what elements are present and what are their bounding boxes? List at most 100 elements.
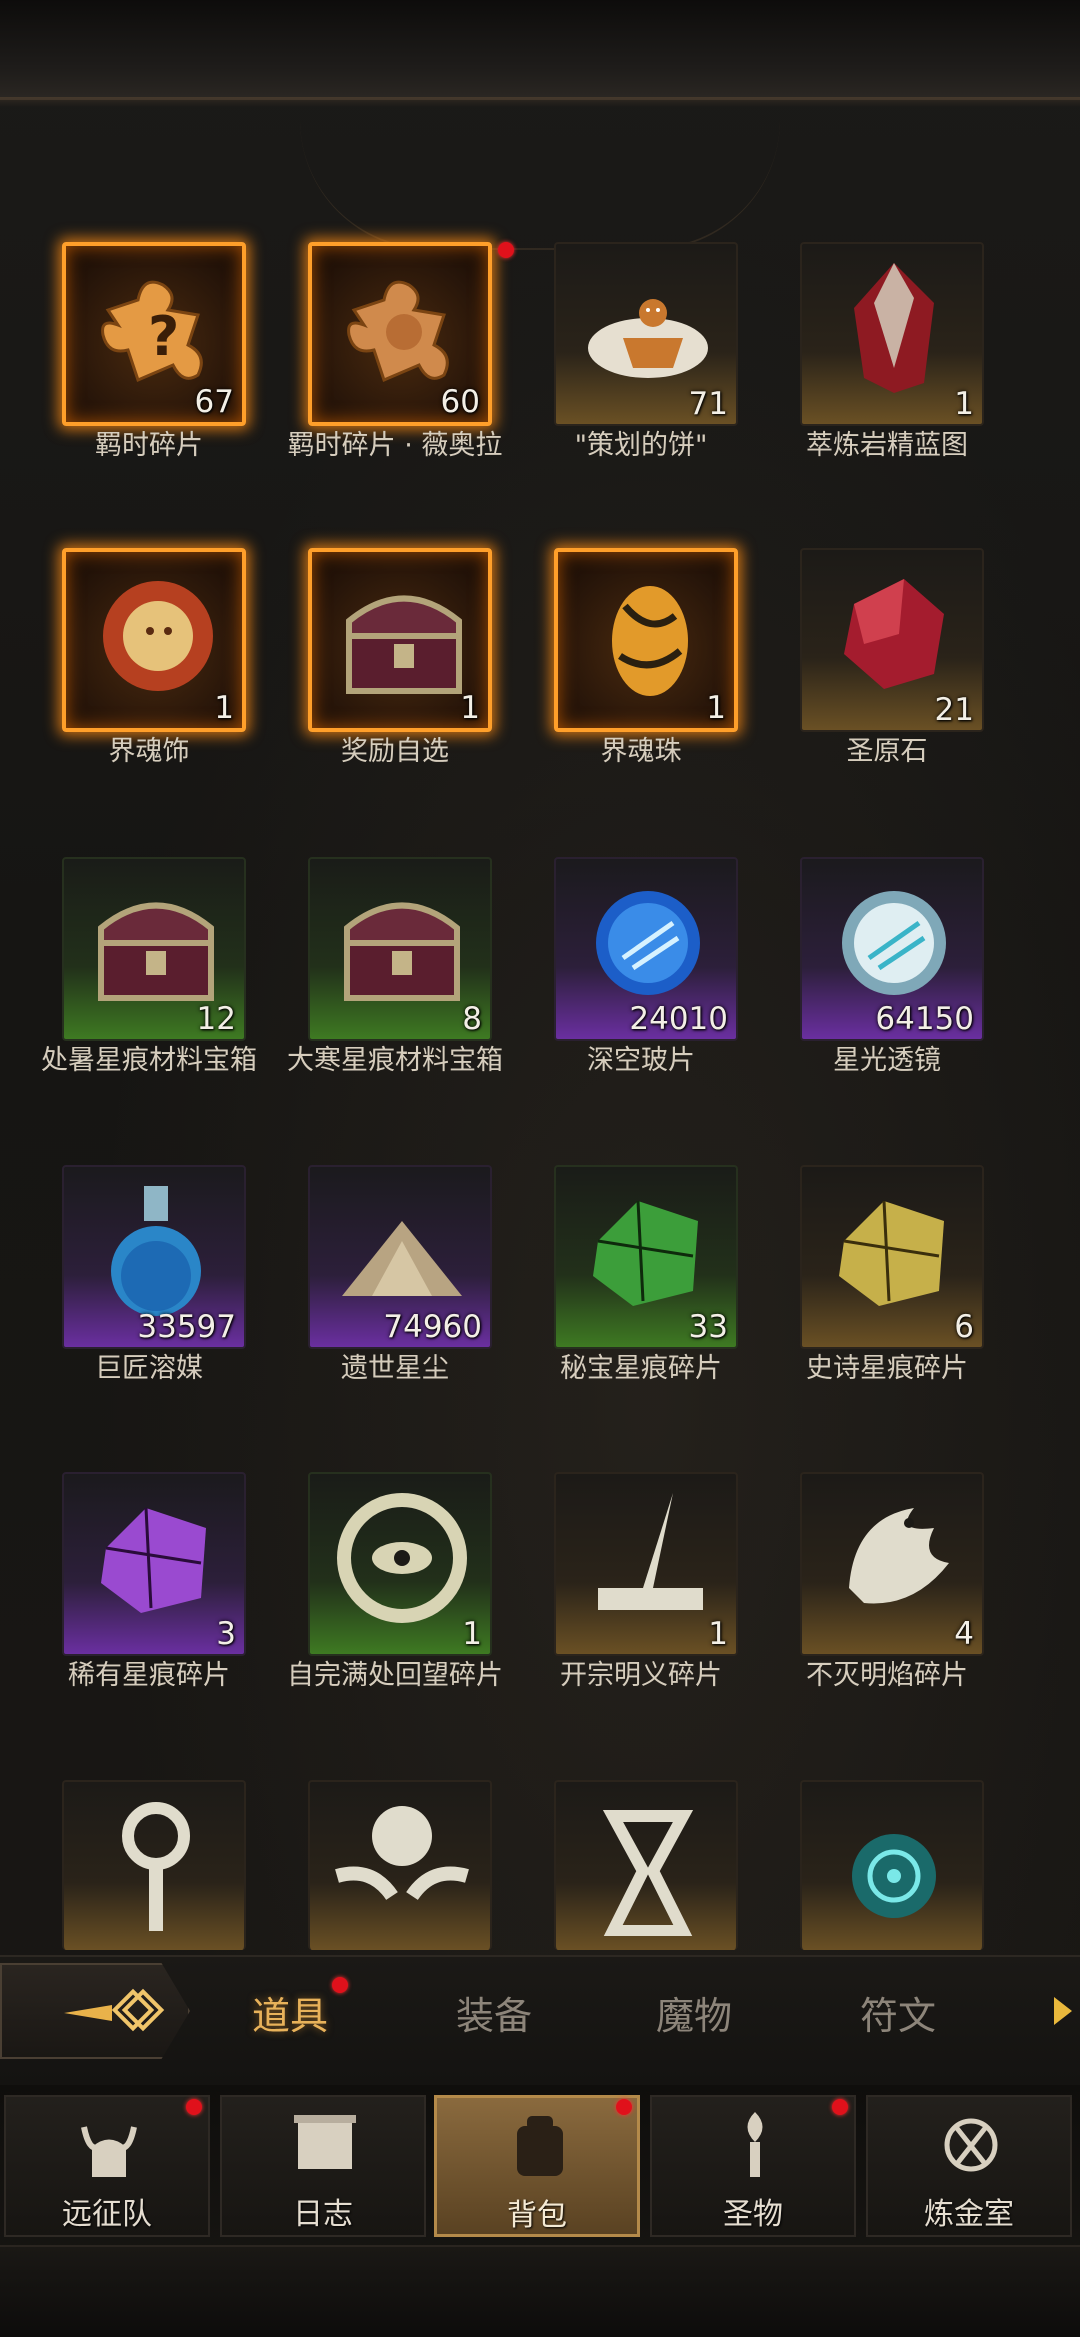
- nav-label: 圣物: [723, 2197, 783, 2232]
- inventory-item[interactable]: 3 稀有星痕碎片: [24, 1472, 274, 1772]
- winged-rune-icon: [335, 1806, 469, 1901]
- inventory-item[interactable]: 21 圣原石: [762, 548, 1012, 848]
- item-tile[interactable]: 1: [308, 548, 492, 732]
- item-name: 处暑星痕材料宝箱: [41, 1045, 257, 1076]
- item-name: 深空玻片: [587, 1045, 695, 1076]
- item-tile[interactable]: [554, 1780, 738, 1950]
- tab-monsters[interactable]: 魔物: [624, 1985, 764, 2040]
- item-tile[interactable]: 21: [800, 548, 984, 732]
- gingerbread-icon: [588, 299, 708, 378]
- item-tile[interactable]: 33597: [62, 1165, 246, 1349]
- item-count: 33597: [137, 1309, 236, 1345]
- item-name: 巨匠溶媒: [95, 1353, 203, 1384]
- item-tile[interactable]: 1: [554, 548, 738, 732]
- item-count: 67: [194, 384, 234, 420]
- item-tile[interactable]: 8: [308, 857, 492, 1041]
- inventory-item[interactable]: 1 开宗明义碎片: [516, 1472, 766, 1772]
- item-count: 21: [934, 692, 974, 728]
- item-tile[interactable]: ? 67: [62, 242, 246, 426]
- inventory-item[interactable]: 8 大寒星痕材料宝箱: [270, 857, 520, 1157]
- purple-shard-icon: [101, 1507, 206, 1613]
- amber-egg-icon: [612, 586, 688, 696]
- inventory-item[interactable]: 24010 深空玻片: [516, 857, 766, 1157]
- inventory-item[interactable]: 12 处暑星痕材料宝箱: [24, 857, 274, 1157]
- item-count: 12: [196, 1001, 236, 1037]
- item-tile[interactable]: 1: [308, 1472, 492, 1656]
- item-tile[interactable]: 71: [554, 242, 738, 426]
- inventory-item[interactable]: 1 奖励自选: [270, 548, 520, 848]
- nav-label: 炼金室: [924, 2197, 1014, 2232]
- notification-dot: [616, 2099, 632, 2115]
- item-count: 71: [688, 386, 728, 422]
- green-shard-icon: [593, 1200, 698, 1306]
- item-name: 界魂珠: [600, 736, 682, 767]
- top-ornamental-frame: [0, 0, 1080, 107]
- item-count: 1: [462, 1616, 482, 1652]
- yellow-shard-icon: [839, 1200, 944, 1306]
- item-count: 60: [440, 384, 480, 420]
- item-name: 奖励自选: [341, 736, 449, 767]
- item-tile[interactable]: 1: [62, 548, 246, 732]
- item-count: 33: [688, 1309, 728, 1345]
- inventory-item[interactable]: 74960 遗世星尘: [270, 1165, 520, 1465]
- item-tile[interactable]: 1: [800, 242, 984, 426]
- notification-dot: [498, 242, 514, 258]
- item-tile[interactable]: 4: [800, 1472, 984, 1656]
- tab-items[interactable]: 道具: [220, 1985, 360, 2040]
- background-ornament: [300, 120, 780, 250]
- sun-medallion-icon: [103, 581, 213, 691]
- item-tile[interactable]: 3: [62, 1472, 246, 1656]
- dust-pile-icon: [342, 1221, 462, 1296]
- inventory-item[interactable]: 1 自完满处回望碎片: [270, 1472, 520, 1772]
- inventory-item[interactable]: 33 秘宝星痕碎片: [516, 1165, 766, 1465]
- nav-journal[interactable]: 日志: [220, 2095, 426, 2237]
- nav-relics[interactable]: 圣物: [650, 2095, 856, 2237]
- notification-dot: [832, 2099, 848, 2115]
- eye-rune-icon: [337, 1493, 467, 1623]
- inventory-item[interactable]: ? 67 羁时碎片: [24, 242, 274, 542]
- potion-flask-icon: [111, 1186, 201, 1316]
- nav-expedition[interactable]: 远征队: [4, 2095, 210, 2237]
- item-tile[interactable]: 64150: [800, 857, 984, 1041]
- item-count: 1: [460, 690, 480, 726]
- inventory-item[interactable]: 1 界魂珠: [516, 548, 766, 848]
- item-tile[interactable]: 12: [62, 857, 246, 1041]
- backpack-icon: [517, 2116, 563, 2176]
- item-name: 秘宝星痕碎片: [560, 1353, 722, 1384]
- item-tile[interactable]: 60: [308, 242, 492, 426]
- inventory-item[interactable]: 6 史诗星痕碎片: [762, 1165, 1012, 1465]
- inventory-item[interactable]: 1 萃炼岩精蓝图: [762, 242, 1012, 542]
- white-orb-icon: [842, 891, 946, 995]
- tab-runes[interactable]: 符文: [828, 1985, 968, 2040]
- inventory-item[interactable]: 4 不灭明焰碎片: [762, 1472, 1012, 1772]
- item-count: 1: [706, 690, 726, 726]
- inventory-item[interactable]: 60 羁时碎片 · 薇奥拉: [270, 242, 520, 542]
- item-tile[interactable]: 24010: [554, 857, 738, 1041]
- diamond-arrow-icon: [64, 1988, 165, 2032]
- item-tile[interactable]: [62, 1780, 246, 1950]
- treasure-chest-icon: [346, 595, 462, 694]
- red-crystal-icon: [854, 263, 934, 393]
- nav-backpack[interactable]: 背包: [434, 2095, 640, 2237]
- inventory-item[interactable]: 71 "策划的饼": [516, 242, 766, 542]
- inventory-item[interactable]: 33597 巨匠溶媒: [24, 1165, 274, 1465]
- tabs-scroll-right-icon[interactable]: [1054, 1997, 1072, 2025]
- inventory-item[interactable]: 1 界魂饰: [24, 548, 274, 848]
- item-count: 1: [708, 1616, 728, 1652]
- item-tile[interactable]: [800, 1780, 984, 1950]
- inventory-item[interactable]: 64150 星光透镜: [762, 857, 1012, 1157]
- item-name: 羁时碎片: [95, 430, 203, 461]
- item-tile[interactable]: 33: [554, 1165, 738, 1349]
- item-count: 3: [216, 1616, 236, 1652]
- item-count: 4: [954, 1616, 974, 1652]
- item-tile[interactable]: 6: [800, 1165, 984, 1349]
- nav-alchemy[interactable]: 炼金室: [866, 2095, 1072, 2237]
- item-tile[interactable]: 74960: [308, 1165, 492, 1349]
- tab-equipment[interactable]: 装备: [424, 1985, 564, 2040]
- item-tile[interactable]: 1: [554, 1472, 738, 1656]
- back-button[interactable]: [0, 1963, 190, 2059]
- item-count: 1: [214, 690, 234, 726]
- svg-text:?: ?: [148, 305, 179, 368]
- alchemy-icon: [944, 2118, 998, 2172]
- item-tile[interactable]: [308, 1780, 492, 1950]
